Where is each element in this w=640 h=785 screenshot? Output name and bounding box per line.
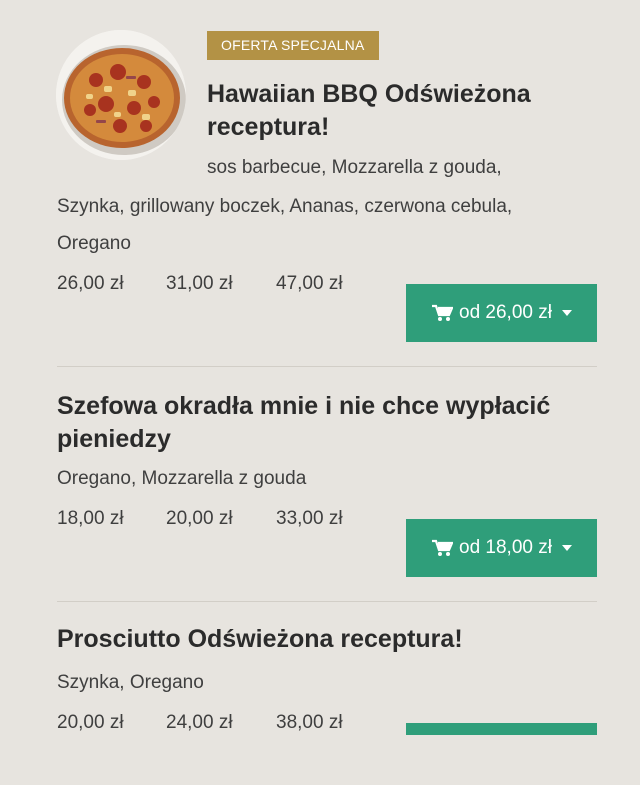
- item-title[interactable]: Szefowa okradła mnie i nie chce wypłacić…: [57, 390, 550, 456]
- item-title[interactable]: Hawaiian BBQ Odświeżona receptura!: [207, 78, 531, 144]
- item-title-line: receptura!: [207, 113, 330, 141]
- item-title-line: Szefowa okradła mnie i nie chce wypłacić: [57, 392, 551, 420]
- price-small: 18,00 zł: [57, 508, 124, 529]
- special-offer-badge: OFERTA SPECJALNA: [207, 31, 379, 60]
- add-to-cart-button[interactable]: od 18,00 zł: [406, 519, 597, 577]
- caret-down-icon: [561, 310, 572, 316]
- item-description: Szynka, Oregano: [57, 672, 204, 693]
- pizza-illustration: [56, 30, 186, 160]
- price-medium: 20,00 zł: [166, 508, 233, 529]
- button-label: od 18,00 zł: [459, 537, 552, 558]
- price-large: 33,00 zł: [276, 508, 343, 529]
- item-title-line: Prosciutto Odświeżona receptura!: [57, 625, 463, 653]
- add-to-cart-button[interactable]: [406, 723, 597, 735]
- price-large: 47,00 zł: [276, 273, 343, 294]
- divider: [57, 366, 597, 367]
- add-to-cart-button[interactable]: od 26,00 zł: [406, 284, 597, 342]
- caret-down-icon: [561, 545, 572, 551]
- price-medium: 31,00 zł: [166, 273, 233, 294]
- item-description: sos barbecue, Mozzarella z gouda,: [207, 157, 502, 178]
- price-small: 20,00 zł: [57, 712, 124, 733]
- item-description: Oregano: [57, 233, 131, 254]
- item-description: Szynka, grillowany boczek, Ananas, czerw…: [57, 196, 513, 217]
- divider: [57, 601, 597, 602]
- item-title-line: pieniedzy: [57, 425, 171, 453]
- item-title[interactable]: Prosciutto Odświeżona receptura!: [57, 623, 463, 656]
- price-medium: 24,00 zł: [166, 712, 233, 733]
- item-title-line: Hawaiian BBQ Odświeżona: [207, 80, 531, 108]
- price-small: 26,00 zł: [57, 273, 124, 294]
- shopping-cart-icon: [432, 539, 454, 556]
- price-large: 38,00 zł: [276, 712, 343, 733]
- button-label: od 26,00 zł: [459, 302, 552, 323]
- pizza-image[interactable]: [56, 30, 186, 160]
- item-description: Oregano, Mozzarella z gouda: [57, 468, 307, 489]
- shopping-cart-icon: [432, 304, 454, 321]
